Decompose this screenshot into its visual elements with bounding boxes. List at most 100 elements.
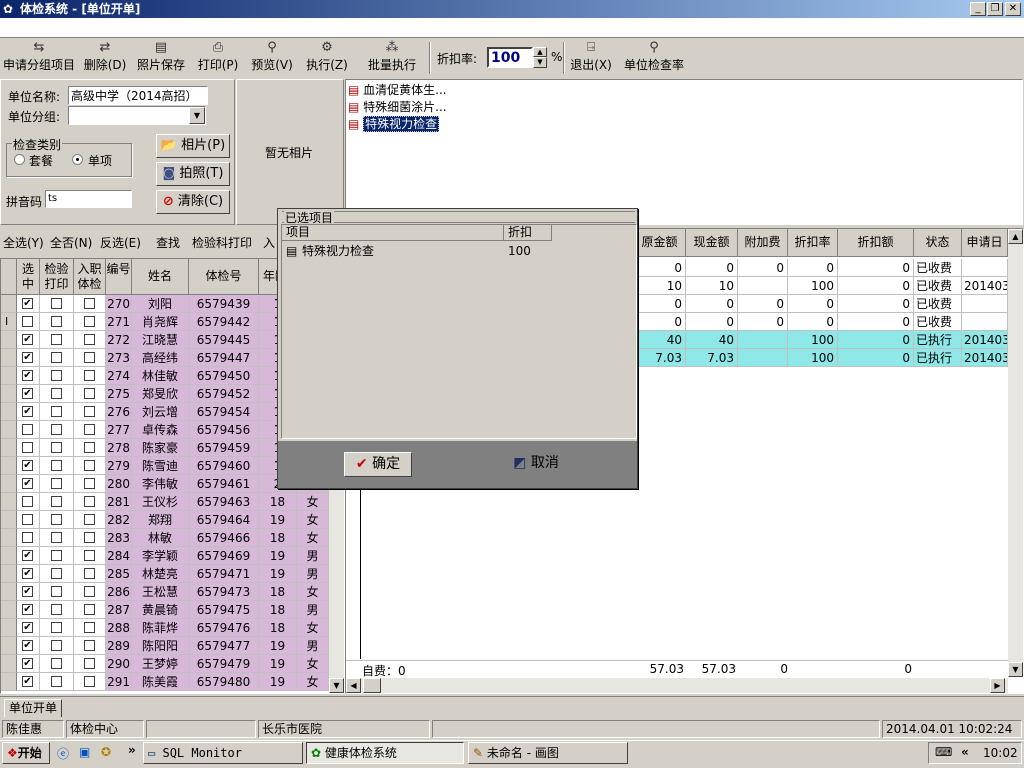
lab-cell[interactable] [40, 619, 74, 637]
unit-check-rate-button[interactable]: ⚲ 单位检查率 [622, 40, 686, 76]
col-no-header[interactable]: 编号 [106, 259, 132, 295]
col-select-header[interactable]: 选中 [17, 259, 40, 295]
select-cell[interactable] [17, 493, 40, 511]
select-checkbox[interactable]: ✔ [22, 550, 33, 561]
col-disc-header[interactable]: 折扣额 [838, 229, 914, 257]
lab-checkbox[interactable] [51, 388, 62, 399]
col-name-header[interactable]: 姓名 [132, 259, 189, 295]
entry-checkbox[interactable] [84, 676, 95, 687]
select-checkbox[interactable]: ✔ [22, 460, 33, 471]
shoot-button[interactable]: ◙ 拍照(T) [156, 162, 230, 186]
select-cell[interactable]: ✔ [17, 637, 40, 655]
ie-icon[interactable]: ⓔ [57, 745, 69, 762]
select-checkbox[interactable]: ✔ [22, 406, 33, 417]
table-row[interactable]: ✔ 285 林楚亮 6579471 19 男 [1, 565, 329, 583]
row-indicator[interactable] [1, 655, 17, 673]
entry-cell[interactable] [74, 421, 106, 439]
select-checkbox[interactable]: ✔ [22, 370, 33, 381]
entry-checkbox[interactable] [84, 532, 95, 543]
table-row[interactable]: ✔ 289 陈阳阳 6579477 19 男 [1, 637, 329, 655]
delete-button[interactable]: ⇄ 删除(D) [82, 40, 128, 76]
col-orig-header[interactable]: 原金额 [634, 229, 686, 257]
entry-checkbox[interactable] [84, 514, 95, 525]
lab-checkbox[interactable] [51, 352, 62, 363]
select-cell[interactable]: ✔ [17, 403, 40, 421]
lab-checkbox[interactable] [51, 406, 62, 417]
hscroll-thumb[interactable] [363, 678, 381, 693]
entry-checkbox[interactable] [84, 388, 95, 399]
lab-cell[interactable] [40, 565, 74, 583]
task-sql-monitor[interactable]: ▭ SQL Monitor [143, 742, 303, 764]
tray-chevron[interactable]: « [961, 745, 969, 759]
entry-cell[interactable] [74, 385, 106, 403]
entry-cell[interactable] [74, 313, 106, 331]
lab-checkbox[interactable] [51, 496, 62, 507]
unit-group-select[interactable] [68, 106, 206, 125]
entry-cell[interactable] [74, 637, 106, 655]
select-checkbox[interactable]: ✔ [22, 298, 33, 309]
lab-checkbox[interactable] [51, 316, 62, 327]
right-grid-hscroll[interactable]: ◀ ▶ [346, 678, 1008, 693]
select-all-button[interactable]: 全选(Y) [3, 234, 44, 251]
lab-cell[interactable] [40, 439, 74, 457]
tab-unit-order[interactable]: 单位开单 [4, 699, 62, 717]
row-indicator[interactable] [1, 601, 17, 619]
lab-checkbox[interactable] [51, 334, 62, 345]
col-cash-header[interactable]: 现金额 [686, 229, 738, 257]
batch-execute-button[interactable]: ⁂ 批量执行 [364, 40, 420, 76]
lab-checkbox[interactable] [51, 370, 62, 381]
lab-cell[interactable] [40, 295, 74, 313]
clear-button[interactable]: ⊘ 清除(C) [156, 190, 230, 214]
table-row[interactable]: ✔ 286 王松慧 6579473 18 女 [1, 583, 329, 601]
scroll-down-icon[interactable]: ▼ [329, 678, 344, 693]
chevron-down-icon[interactable]: ▼ [189, 107, 205, 124]
select-cell[interactable]: ✔ [17, 655, 40, 673]
entry-cell[interactable] [74, 331, 106, 349]
select-cell[interactable] [17, 511, 40, 529]
close-button[interactable]: ✕ [1005, 2, 1021, 16]
photo-button[interactable]: 📂 相片(P) [156, 134, 230, 158]
table-row[interactable]: ✔ 290 王梦婷 6579479 19 女 [1, 655, 329, 673]
row-indicator[interactable] [1, 583, 17, 601]
invert-button[interactable]: 反选(E) [100, 234, 141, 251]
preview-button[interactable]: ⚲ 预览(V) [250, 40, 294, 76]
row-indicator[interactable] [1, 331, 17, 349]
col-extra-header[interactable]: 附加费 [738, 229, 788, 257]
lab-cell[interactable] [40, 529, 74, 547]
keyboard-icon[interactable]: ⌨ [935, 745, 952, 759]
spin-up-icon[interactable]: ▲ [533, 47, 547, 57]
spin-down-icon[interactable]: ▼ [533, 57, 547, 68]
entry-cell[interactable] [74, 565, 106, 583]
entry-cell[interactable] [74, 655, 106, 673]
scroll-right-icon[interactable]: ▶ [990, 678, 1005, 693]
col-lab-header[interactable]: 检验打印 [40, 259, 74, 295]
photo-save-button[interactable]: ▤ 照片保存 [134, 40, 188, 76]
entry-checkbox[interactable] [84, 424, 95, 435]
select-checkbox[interactable]: ✔ [22, 388, 33, 399]
start-button[interactable]: ❖开始 [2, 742, 50, 764]
select-checkbox[interactable] [22, 514, 33, 525]
lab-cell[interactable] [40, 349, 74, 367]
select-cell[interactable]: ✔ [17, 385, 40, 403]
right-grid-vscroll[interactable]: ▲ ▼ [1008, 229, 1023, 677]
row-indicator[interactable] [1, 457, 17, 475]
select-checkbox[interactable] [22, 424, 33, 435]
lab-checkbox[interactable] [51, 442, 62, 453]
select-cell[interactable]: ✔ [17, 367, 40, 385]
row-indicator[interactable] [1, 673, 17, 691]
entry-cell[interactable] [74, 493, 106, 511]
lab-cell[interactable] [40, 547, 74, 565]
lab-cell[interactable] [40, 511, 74, 529]
select-cell[interactable]: ✔ [17, 601, 40, 619]
entry-checkbox[interactable] [84, 334, 95, 345]
select-checkbox[interactable]: ✔ [22, 334, 33, 345]
search-button[interactable]: 查找 [156, 234, 180, 251]
entry-checkbox[interactable] [84, 298, 95, 309]
select-cell[interactable]: ✔ [17, 583, 40, 601]
table-row[interactable]: ✔ 291 陈美霞 6579480 19 女 [1, 673, 329, 691]
discount-spinner[interactable]: ▲ ▼ [533, 47, 547, 68]
discount-input[interactable]: 100 [487, 47, 533, 68]
select-checkbox[interactable]: ✔ [22, 586, 33, 597]
entry-checkbox[interactable] [84, 640, 95, 651]
media-icon[interactable]: ✪ [101, 745, 111, 759]
